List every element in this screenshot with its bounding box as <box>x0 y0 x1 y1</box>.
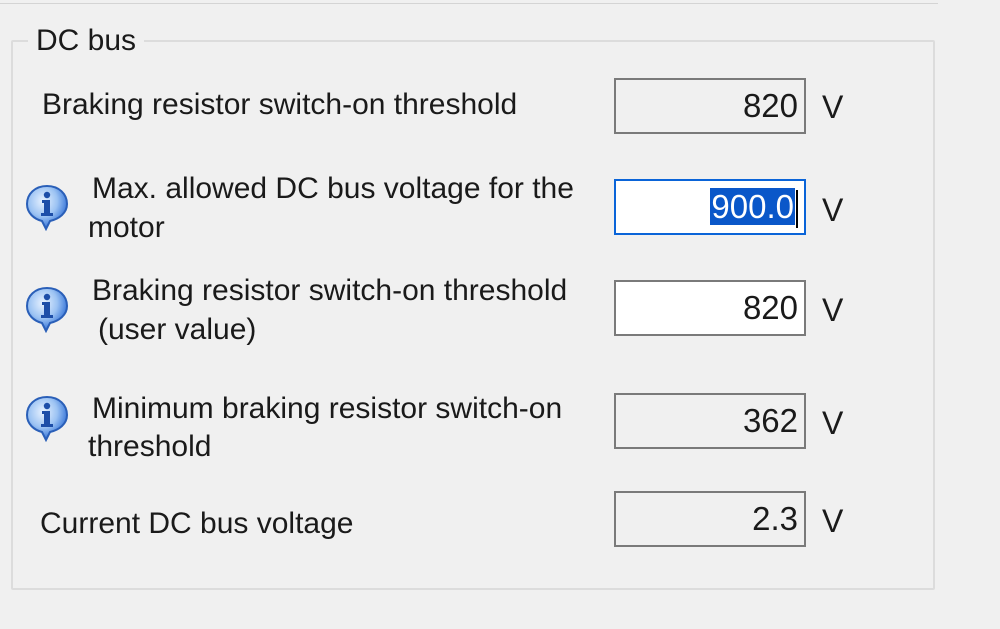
info-icon[interactable] <box>22 394 72 442</box>
current-dc-bus-voltage-field: 2.3 <box>614 491 806 547</box>
min-braking-unit: V <box>822 405 844 441</box>
braking-threshold-field: 820 <box>614 78 806 134</box>
current-dc-bus-unit: V <box>822 503 844 539</box>
dc-bus-panel: DC bus Braking resistor switch-on thresh… <box>0 0 1000 629</box>
braking-threshold-label: Braking resistor switch-on threshold <box>42 88 518 121</box>
max-dc-bus-label-line2: motor <box>88 211 165 244</box>
text-caret <box>796 190 798 229</box>
braking-user-label-line1: Braking resistor switch-on threshold <box>92 274 568 307</box>
braking-user-value-input[interactable]: 820 <box>614 280 806 336</box>
info-icon[interactable] <box>22 285 72 333</box>
current-dc-bus-label: Current DC bus voltage <box>40 507 354 540</box>
braking-user-label-line2: (user value) <box>98 313 257 346</box>
braking-user-unit: V <box>822 292 844 328</box>
max-dc-bus-label-line1: Max. allowed DC bus voltage for the <box>92 172 574 205</box>
min-braking-label-line1: Minimum braking resistor switch-on <box>92 392 563 425</box>
braking-threshold-unit: V <box>822 89 844 125</box>
groupbox-title: DC bus <box>28 22 145 60</box>
max-dc-bus-unit: V <box>822 192 844 228</box>
info-icon[interactable] <box>22 183 72 231</box>
max-dc-bus-voltage-input[interactable]: 900.0 <box>614 179 806 235</box>
min-braking-threshold-field: 362 <box>614 393 806 449</box>
max-dc-bus-voltage-value: 900.0 <box>710 188 795 225</box>
min-braking-label-line2: threshold <box>88 430 212 463</box>
top-panel-edge <box>0 0 938 4</box>
